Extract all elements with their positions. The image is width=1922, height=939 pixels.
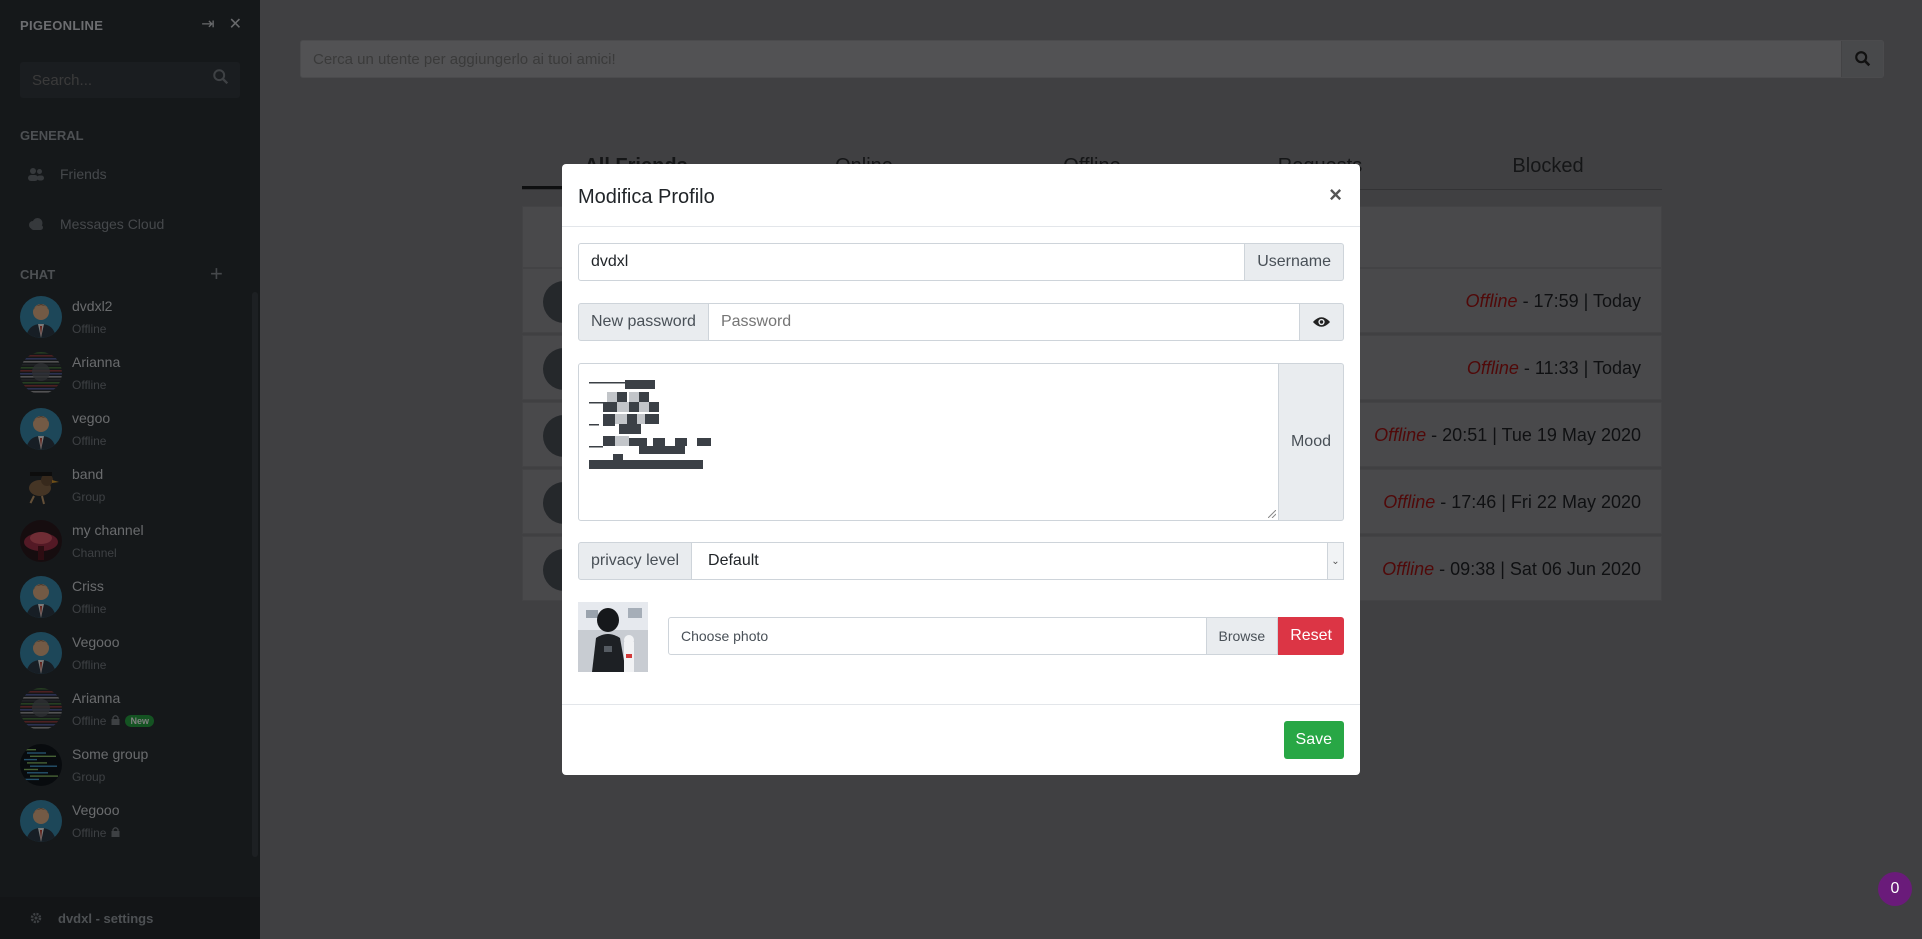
eye-icon [1312, 317, 1331, 327]
save-button[interactable]: Save [1283, 721, 1344, 759]
mood-group: Mood [578, 363, 1344, 521]
privacy-select[interactable]: Default ⌄ [692, 542, 1344, 580]
modal-footer: Save [562, 704, 1360, 775]
privacy-addon: privacy level [578, 542, 693, 580]
browse-button[interactable]: Browse [1206, 617, 1279, 655]
notification-count-badge[interactable]: 0 [1878, 872, 1912, 906]
profile-photo [578, 602, 648, 672]
modal-title: Modifica Profilo [578, 186, 715, 208]
mood-addon: Mood [1278, 363, 1344, 521]
username-addon: Username [1245, 243, 1344, 281]
resize-handle-icon[interactable] [1267, 510, 1276, 518]
choose-photo-input[interactable]: Choose photo [668, 617, 1207, 655]
edit-profile-modal: Modifica Profilo × Username New password [562, 164, 1360, 775]
photo-upload-group: Choose photo Browse Reset [668, 617, 1344, 655]
toggle-password-button[interactable] [1300, 303, 1344, 341]
privacy-group: privacy level Default ⌄ [578, 542, 1344, 580]
password-input[interactable] [708, 303, 1300, 341]
password-group: New password [578, 303, 1344, 341]
username-input[interactable] [578, 243, 1246, 281]
privacy-selected-value: Default [708, 552, 759, 569]
mood-textarea[interactable] [578, 363, 1279, 521]
new-password-addon: New password [578, 303, 709, 341]
modal-header: Modifica Profilo × [562, 164, 1360, 227]
mood-ascii-art [589, 380, 711, 469]
modal-close-button[interactable]: × [1329, 182, 1342, 208]
reset-button[interactable]: Reset [1278, 617, 1344, 655]
username-group: Username [578, 243, 1344, 281]
chevron-down-icon: ⌄ [1327, 543, 1343, 579]
